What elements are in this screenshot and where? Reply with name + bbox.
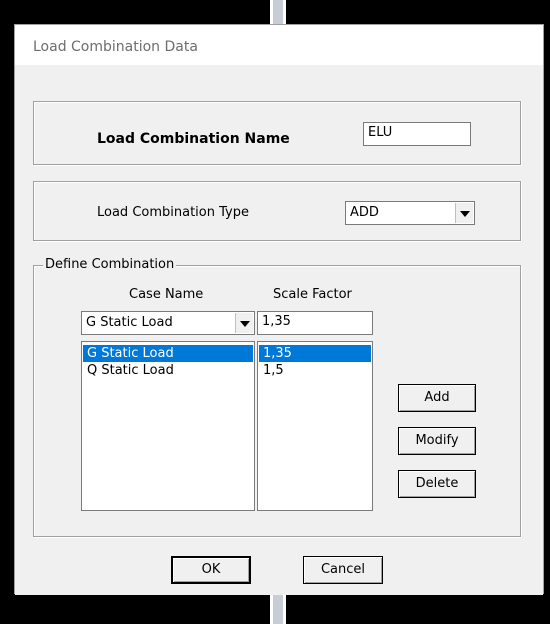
modify-button[interactable]: Modify xyxy=(398,427,476,455)
chevron-down-icon xyxy=(460,211,470,217)
case-name-header: Case Name xyxy=(129,287,204,302)
ok-button[interactable]: OK xyxy=(171,556,251,584)
scale-factor-input[interactable]: 1,35 xyxy=(257,311,373,335)
cad-background-left xyxy=(0,0,14,624)
dropdown-button[interactable] xyxy=(455,203,473,223)
cancel-button[interactable]: Cancel xyxy=(303,556,383,584)
chevron-down-icon xyxy=(240,321,250,327)
title-bar[interactable]: Load Combination Data xyxy=(15,25,543,65)
scale-list-item[interactable]: 1,5 xyxy=(259,362,371,379)
scale-factor-list[interactable]: 1,35 1,5 xyxy=(257,341,373,511)
define-combination-legend: Define Combination xyxy=(43,257,177,272)
scale-list-item[interactable]: 1,35 xyxy=(259,345,371,362)
combo-type-select[interactable]: ADD xyxy=(345,201,475,225)
add-button[interactable]: Add xyxy=(398,384,476,412)
combo-type-value: ADD xyxy=(350,205,379,220)
dialog-client: Load Combination Name ELU Load Combinati… xyxy=(15,65,543,595)
case-list-item[interactable]: Q Static Load xyxy=(83,362,253,379)
combo-type-label: Load Combination Type xyxy=(97,205,249,220)
case-list-item[interactable]: G Static Load xyxy=(83,345,253,362)
combo-name-label: Load Combination Name xyxy=(97,131,290,147)
case-name-list[interactable]: G Static Load Q Static Load xyxy=(81,341,255,511)
scale-factor-header: Scale Factor xyxy=(273,287,352,302)
delete-button[interactable]: Delete xyxy=(398,470,476,498)
case-name-select[interactable]: G Static Load xyxy=(81,311,255,335)
case-dropdown-button[interactable] xyxy=(235,313,253,333)
window-title: Load Combination Data xyxy=(33,39,198,55)
combo-name-input[interactable]: ELU xyxy=(363,122,471,146)
case-name-select-value: G Static Load xyxy=(86,315,173,330)
load-combination-dialog: Load Combination Data Load Combination N… xyxy=(14,24,544,595)
